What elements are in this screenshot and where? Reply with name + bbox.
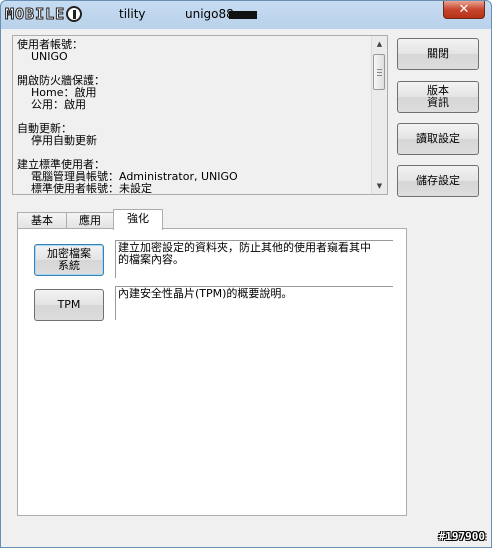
- thumb-grip: [377, 75, 382, 76]
- tab-panel-advanced: 加密檔案 系統 建立加密設定的資料夾，防止其他的使用者窺看其中 的檔案內容。 T…: [17, 228, 407, 516]
- save-settings-button[interactable]: 儲存設定: [397, 165, 479, 197]
- window-title: tility: [119, 7, 146, 21]
- tab-advanced[interactable]: 強化: [113, 209, 163, 230]
- vertical-scrollbar[interactable]: ▲ ▼: [371, 36, 387, 194]
- window-close-button[interactable]: ✕: [443, 1, 485, 19]
- status-summary-text: 使用者帳號： UNIGO 開啟防火牆保護： Home：啟用 公用：啟用 自動更新： …: [17, 39, 367, 195]
- scroll-up-arrow-icon[interactable]: ▲: [372, 37, 387, 51]
- watermark-id: #197900: [438, 530, 485, 543]
- app-window: MOBILE tility unigo88 ✕ 使用者帳號： UNIGO 開啟防火…: [0, 0, 492, 548]
- tpm-description: 內建安全性晶片(TPM)的概要說明。: [115, 286, 393, 320]
- status-line: 公用：啟用: [17, 98, 86, 111]
- title-username: unigo88: [185, 7, 234, 21]
- tab-application[interactable]: 應用: [66, 212, 114, 229]
- logo-circle-icon: [66, 6, 83, 22]
- scroll-down-arrow-icon[interactable]: ▼: [372, 179, 387, 193]
- close-button[interactable]: 關閉: [397, 38, 479, 70]
- status-line: 標準使用者帳號：未設定: [17, 182, 152, 195]
- tab-basic[interactable]: 基本: [17, 212, 67, 229]
- title-bar: MOBILE tility unigo88 ✕: [1, 1, 491, 27]
- encrypted-file-system-description: 建立加密設定的資料夾，防止其他的使用者窺看其中 的檔案內容。: [115, 240, 393, 278]
- status-line: 停用自動更新: [17, 134, 97, 147]
- tpm-button[interactable]: TPM: [34, 289, 104, 321]
- mobile01-logo-icon: MOBILE: [4, 4, 83, 24]
- redaction-bar: [229, 11, 257, 19]
- thumb-grip: [377, 69, 382, 70]
- load-settings-button[interactable]: 讀取設定: [397, 123, 479, 155]
- version-info-button[interactable]: 版本 資訊: [397, 81, 479, 113]
- status-line: UNIGO: [17, 50, 68, 63]
- thumb-grip: [377, 72, 382, 73]
- encrypted-file-system-button[interactable]: 加密檔案 系統: [34, 244, 104, 276]
- status-line: 使用者帳號：: [17, 38, 83, 51]
- status-summary-box[interactable]: 使用者帳號： UNIGO 開啟防火牆保護： Home：啟用 公用：啟用 自動更新： …: [12, 35, 388, 195]
- scroll-thumb[interactable]: [373, 54, 385, 90]
- logo-text: MOBILE: [4, 5, 66, 24]
